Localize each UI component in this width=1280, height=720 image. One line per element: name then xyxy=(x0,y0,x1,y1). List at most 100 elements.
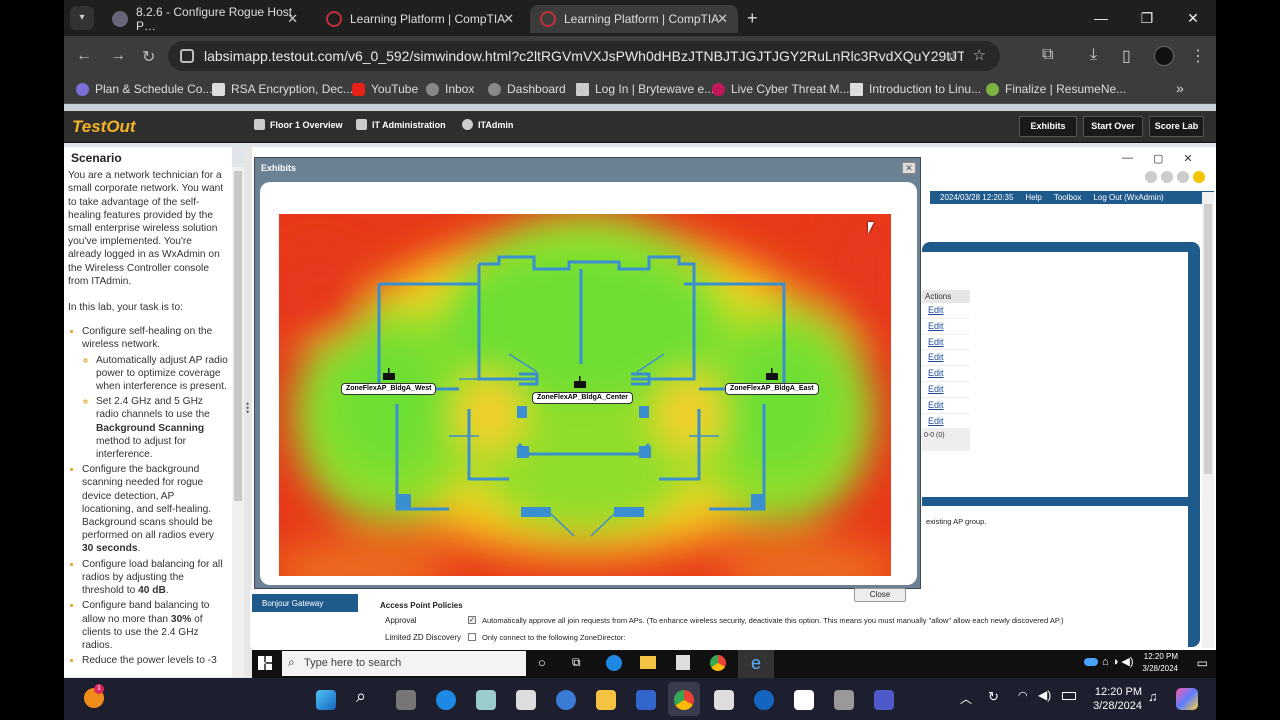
search-box[interactable]: ⌕ Type here to search xyxy=(282,651,526,676)
edit-link[interactable]: Edit xyxy=(922,335,970,351)
extensions-icon[interactable]: ⧉ xyxy=(1042,46,1053,64)
edit-link[interactable]: Edit xyxy=(922,398,970,414)
forward-icon[interactable]: → xyxy=(110,47,126,65)
url-text[interactable]: labsimapp.testout.com/v6_0_592/simwindow… xyxy=(204,48,964,64)
crumb-itadmin[interactable]: ITAdmin xyxy=(462,119,513,130)
windows-start-icon[interactable] xyxy=(316,690,336,710)
scenario-scrollbar[interactable] xyxy=(232,167,244,677)
chrome-icon[interactable] xyxy=(674,690,694,710)
profile-avatar[interactable] xyxy=(1154,46,1174,66)
approval-checkbox[interactable]: ✓ xyxy=(468,616,476,624)
sim-close-icon[interactable]: ✕ xyxy=(1183,152,1192,165)
chrome-icon[interactable] xyxy=(710,655,726,671)
sim-minimize-icon[interactable]: — xyxy=(1122,152,1133,165)
bookmark[interactable]: Live Cyber Threat M... xyxy=(712,82,850,96)
edit-link[interactable]: Edit xyxy=(922,382,970,398)
crumb-floor[interactable]: Floor 1 Overview xyxy=(254,119,343,130)
crumb-it-admin[interactable]: IT Administration xyxy=(356,119,446,130)
download-icon[interactable]: ⤓ xyxy=(1090,46,1097,64)
fq-icon[interactable] xyxy=(636,690,656,710)
help-link[interactable]: Help xyxy=(1025,191,1041,204)
toolbox-link[interactable]: Toolbox xyxy=(1054,191,1082,204)
address-bar[interactable]: labsimapp.testout.com/v6_0_592/simwindow… xyxy=(168,41,1000,71)
smiley-icon[interactable] xyxy=(1193,171,1205,183)
new-tab-button[interactable]: + xyxy=(747,8,758,29)
bookmark[interactable]: Log In | Brytewave e... xyxy=(576,82,714,96)
nav-bonjour-gateway[interactable]: Bonjour Gateway xyxy=(252,594,358,612)
explorer-icon[interactable] xyxy=(596,690,616,710)
ie-icon[interactable]: e xyxy=(738,650,774,678)
sidepanel-icon[interactable]: ▯ xyxy=(1122,46,1131,66)
bookmark[interactable]: Finalize | ResumeNe... xyxy=(986,82,1126,96)
zoom-icon[interactable]: ⌕ xyxy=(948,47,956,64)
edit-link[interactable]: Edit xyxy=(922,303,970,319)
bookmark[interactable]: RSA Encryption, Dec... xyxy=(212,82,353,96)
app-icon[interactable] xyxy=(476,690,496,710)
edit-link[interactable]: Edit xyxy=(922,319,970,335)
close-icon[interactable]: ✕ xyxy=(287,11,298,27)
sim-scrollbar[interactable] xyxy=(1202,192,1214,648)
logout-link[interactable]: Log Out (WxAdmin) xyxy=(1093,191,1163,204)
dell-icon[interactable] xyxy=(754,690,774,710)
menu-icon[interactable]: ⋮ xyxy=(1190,46,1206,66)
snipping-icon[interactable] xyxy=(516,690,536,710)
dialog-close-icon[interactable]: ✕ xyxy=(902,162,916,174)
edit-link[interactable]: Edit xyxy=(922,366,970,382)
limited-checkbox[interactable] xyxy=(468,633,476,641)
site-info-icon[interactable] xyxy=(180,49,194,63)
sim-restore-icon[interactable]: ▢ xyxy=(1153,152,1163,165)
exhibits-button[interactable]: Exhibits xyxy=(1019,116,1077,137)
tab-search-button[interactable]: ▾ xyxy=(70,6,94,30)
task-view-icon[interactable] xyxy=(396,690,416,710)
battery-icon[interactable] xyxy=(1062,692,1076,700)
bookmark[interactable]: Introduction to Linu... xyxy=(850,82,981,96)
favorite-icon[interactable] xyxy=(1161,171,1173,183)
back-icon[interactable]: ← xyxy=(76,47,92,65)
edit-link[interactable]: Edit xyxy=(922,414,970,430)
tab-comptia-1[interactable]: Learning Platform | CompTIA ✕ xyxy=(316,5,524,33)
pager[interactable]: 0-0 (0) xyxy=(922,429,970,452)
more-bookmarks-icon[interactable]: » xyxy=(1176,80,1184,96)
volume-icon[interactable]: ◀) xyxy=(1038,688,1051,702)
chevron-up-icon[interactable]: ︿ xyxy=(960,690,972,707)
close-button[interactable]: Close xyxy=(854,588,906,602)
home-icon[interactable] xyxy=(1145,171,1157,183)
wifi-icon[interactable]: ◠ xyxy=(1018,689,1028,702)
tab-comptia-2[interactable]: Learning Platform | CompTIA ✕ xyxy=(530,5,738,33)
3d-icon[interactable] xyxy=(834,690,854,710)
notification-icon[interactable]: ▭ xyxy=(1197,656,1208,670)
document-icon[interactable] xyxy=(794,690,814,710)
bookmark[interactable]: Plan & Schedule Co... xyxy=(76,82,212,96)
bookmark[interactable]: YouTube xyxy=(352,82,418,96)
onedrive-icon[interactable] xyxy=(1084,658,1098,666)
task-view-icon[interactable]: ⧉ xyxy=(572,655,581,670)
copilot-icon[interactable] xyxy=(1176,688,1198,710)
minimize-icon[interactable]: — xyxy=(1078,0,1124,36)
close-window-icon[interactable]: ✕ xyxy=(1170,0,1216,36)
bookmark[interactable]: Dashboard xyxy=(488,82,566,96)
bookmark-star-icon[interactable]: ☆ xyxy=(973,46,986,64)
store-icon[interactable] xyxy=(676,655,690,670)
score-lab-button[interactable]: Score Lab xyxy=(1149,116,1204,137)
tray-icons[interactable]: ⌂ ◑ ◀) xyxy=(1102,655,1134,668)
edge-icon[interactable] xyxy=(436,690,456,710)
edit-link[interactable]: Edit xyxy=(922,350,970,367)
close-icon[interactable]: ✕ xyxy=(503,11,514,27)
tab-rogue-host[interactable]: 8.2.6 - Configure Rogue Host P… ✕ xyxy=(102,5,308,33)
restore-icon[interactable]: ❐ xyxy=(1124,0,1170,36)
edge-icon[interactable] xyxy=(606,655,622,671)
settings-icon[interactable] xyxy=(1177,171,1189,183)
explorer-icon[interactable] xyxy=(640,656,656,669)
search-icon[interactable]: ⌕ xyxy=(356,686,366,707)
start-over-button[interactable]: Start Over xyxy=(1083,116,1143,137)
teams-icon[interactable] xyxy=(874,690,894,710)
sync-icon[interactable]: ↻ xyxy=(988,689,999,705)
app-icon[interactable] xyxy=(556,690,576,710)
start-icon[interactable] xyxy=(258,656,272,670)
bell-icon[interactable]: ♫ xyxy=(1148,689,1158,704)
store-icon[interactable] xyxy=(714,690,734,710)
bookmark[interactable]: Inbox xyxy=(426,82,474,96)
cortana-icon[interactable]: ○ xyxy=(538,655,546,670)
close-icon[interactable]: ✕ xyxy=(717,11,728,27)
reload-icon[interactable]: ↻ xyxy=(142,47,155,67)
